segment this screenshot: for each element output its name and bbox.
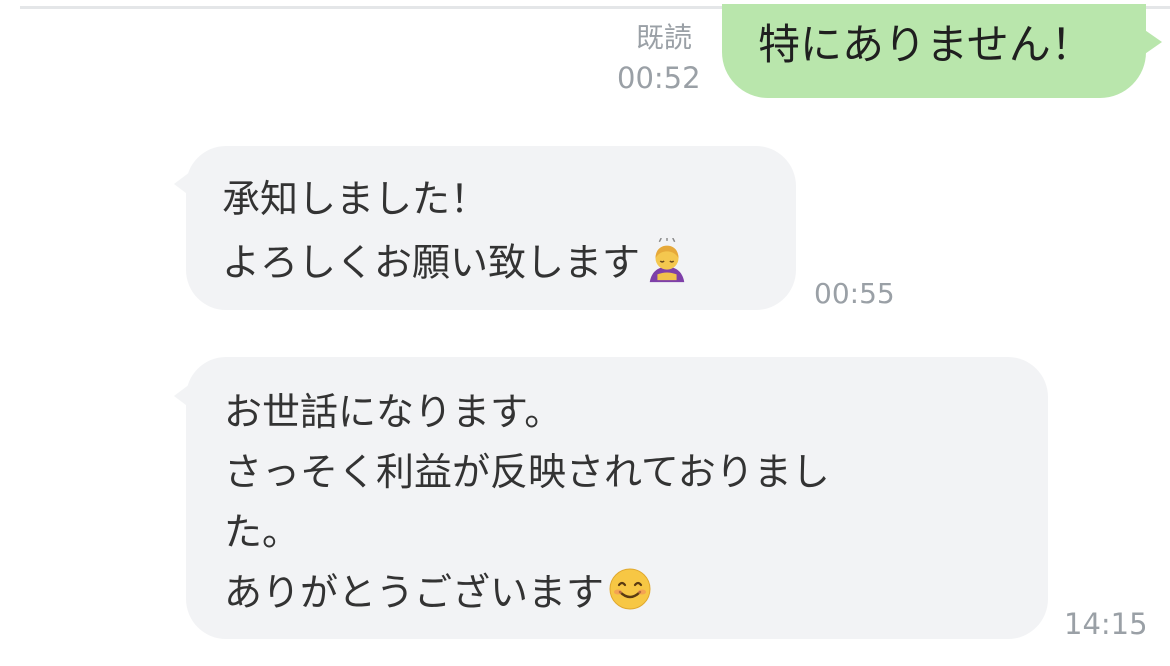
outgoing-message-bubble[interactable]: 特にありません！ bbox=[722, 4, 1146, 98]
message-text-line: ありがとうございます bbox=[224, 570, 605, 615]
incoming-message-bubble[interactable]: お世話になります。 さっそく利益が反映されておりまし た。 ありがとうございます bbox=[186, 357, 1048, 639]
message-text-line: た。 bbox=[224, 510, 301, 554]
message-text-line: お世話になります。 bbox=[224, 390, 563, 434]
person-bowing-icon bbox=[649, 238, 685, 283]
message-timestamp: 00:52 bbox=[617, 61, 701, 95]
message-text: 特にありません！ bbox=[758, 20, 1093, 69]
read-receipt-label: 既読 bbox=[636, 21, 693, 54]
message-text-line: 承知しました！ bbox=[222, 177, 489, 221]
incoming-message-bubble[interactable]: 承知しました！ よろしくお願い致します bbox=[186, 146, 796, 310]
message-text-line-with-emoji: よろしくお願い致します bbox=[222, 238, 796, 288]
message-text-line: よろしくお願い致します bbox=[222, 240, 641, 285]
message-timestamp: 00:55 bbox=[814, 277, 895, 310]
message-text-line: さっそく利益が反映されておりまし bbox=[224, 450, 830, 494]
outgoing-bubble-tail bbox=[1142, 28, 1162, 56]
message-timestamp: 14:15 bbox=[1064, 607, 1148, 641]
message-text-line-with-emoji: ありがとうございます bbox=[224, 568, 1048, 617]
smiling-face-icon bbox=[609, 568, 651, 610]
